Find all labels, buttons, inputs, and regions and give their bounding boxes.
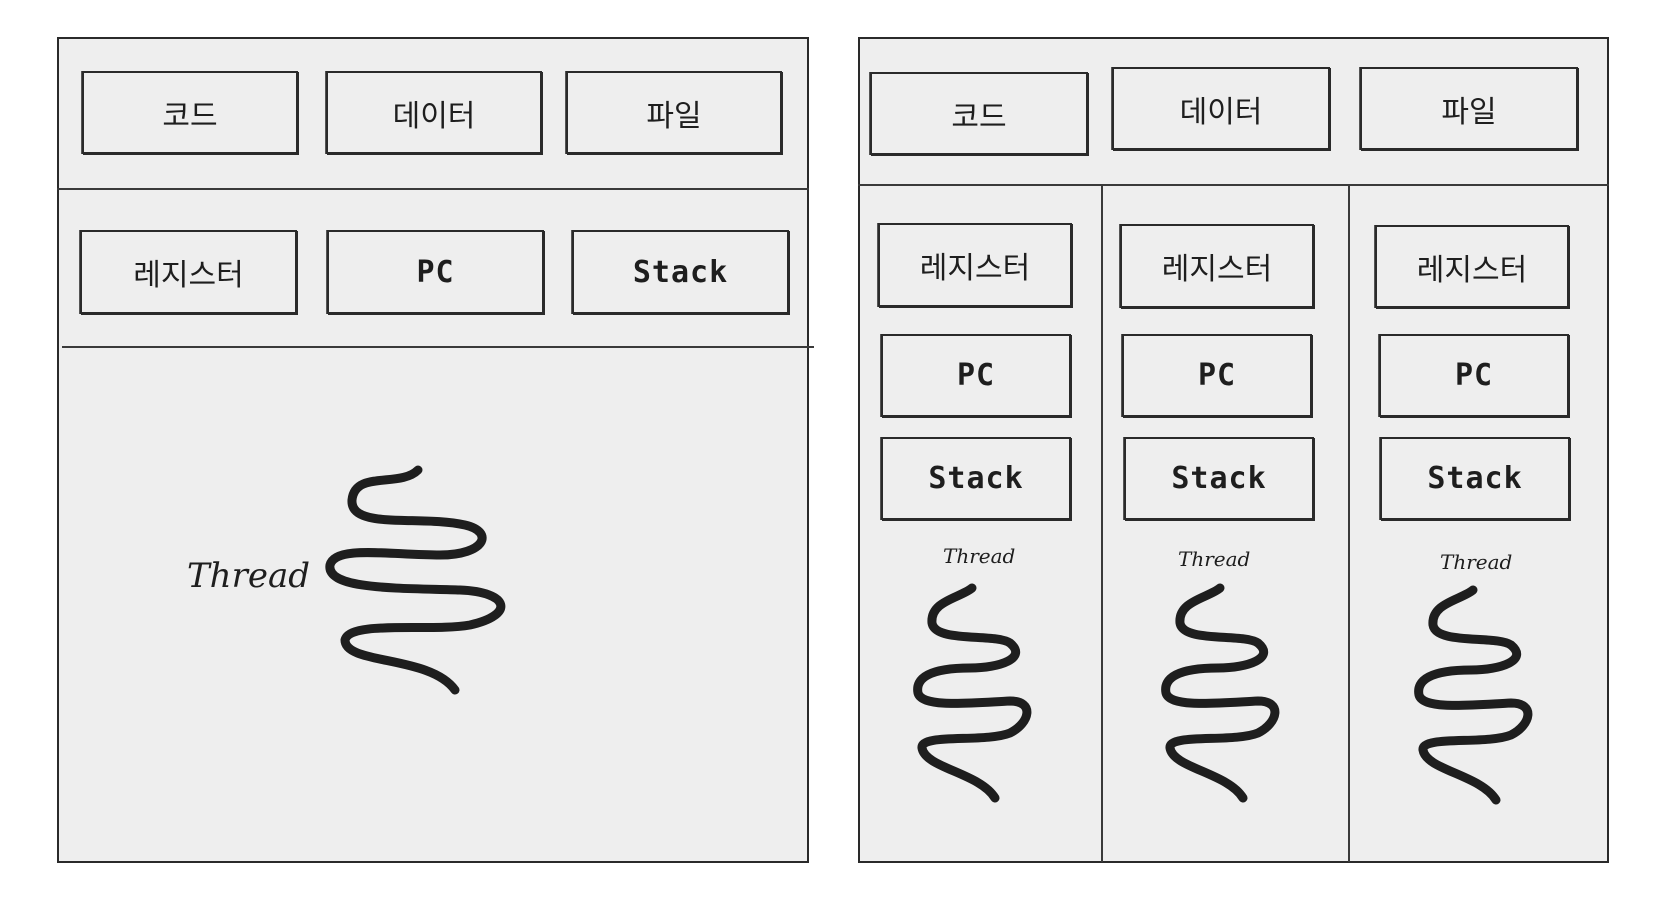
file-box: 파일 <box>566 71 782 154</box>
divider-line <box>62 346 814 348</box>
register-box: 레지스터 <box>80 230 297 314</box>
pc-box: PC <box>327 230 544 314</box>
code-box: 코드 <box>870 72 1088 155</box>
pc-box: PC <box>1379 334 1569 417</box>
thread-divider <box>1101 186 1103 862</box>
register-box: 레지스터 <box>878 223 1072 307</box>
divider-line <box>57 188 809 190</box>
register-box: 레지스터 <box>1120 224 1314 308</box>
stack-box: Stack <box>1124 437 1314 520</box>
single-threaded-process <box>57 37 809 863</box>
file-box: 파일 <box>1360 67 1578 150</box>
thread-squiggle-icon <box>913 583 1032 803</box>
pc-box: PC <box>881 334 1071 417</box>
thread-squiggle-icon <box>325 465 506 695</box>
thread-squiggle-icon <box>1414 585 1533 805</box>
thread-divider <box>1348 186 1350 862</box>
data-box: 데이터 <box>1112 67 1330 150</box>
thread-label: Thread <box>943 544 1016 568</box>
code-box: 코드 <box>82 71 298 154</box>
data-box: 데이터 <box>326 71 542 154</box>
stack-box: Stack <box>1380 437 1570 520</box>
stack-box: Stack <box>572 230 789 314</box>
thread-label: Thread <box>187 556 310 596</box>
thread-label: Thread <box>1178 547 1251 571</box>
thread-squiggle-icon <box>1161 583 1280 803</box>
thread-label: Thread <box>1440 550 1513 574</box>
divider-line <box>858 184 1609 186</box>
stack-box: Stack <box>881 437 1071 520</box>
register-box: 레지스터 <box>1375 225 1569 308</box>
pc-box: PC <box>1122 334 1312 417</box>
